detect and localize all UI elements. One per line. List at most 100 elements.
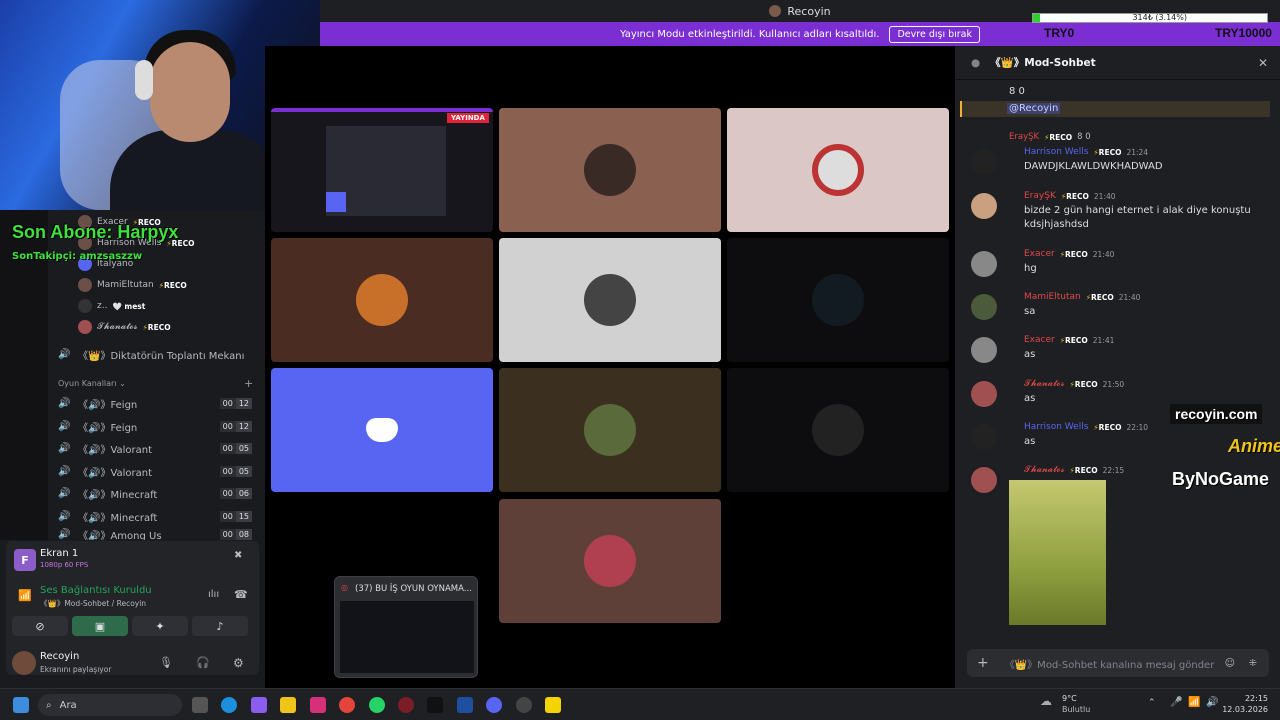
speaker-icon: 🔊 bbox=[58, 420, 71, 432]
voice-channel[interactable]: 🔊 《🔊》Minecraft 00 06 bbox=[58, 483, 258, 503]
obs-icon[interactable] bbox=[398, 697, 414, 713]
voice-channel[interactable]: 🔊 《🔊》Valorant 00 05 bbox=[58, 461, 258, 481]
avatar[interactable] bbox=[971, 193, 997, 219]
avatar[interactable] bbox=[971, 337, 997, 363]
voice-channel[interactable]: 🔊 《🔊》Minecraft 00 15 bbox=[58, 506, 258, 526]
donation-progress-text: 314₺ (3.14%) bbox=[1132, 13, 1187, 22]
screen-title: Ekran 1 bbox=[40, 548, 79, 559]
avatar bbox=[584, 144, 636, 196]
voice-channel[interactable]: 🔊 《🔊》Among Us 00 08 bbox=[58, 528, 258, 540]
chat-header: ● 《👑》Mod-Sohbet ✕ bbox=[955, 46, 1280, 80]
image-attachment[interactable] bbox=[1009, 480, 1106, 625]
message-text: kdsjhjashdsd bbox=[1024, 219, 1089, 230]
disable-streamer-mode-button[interactable]: Devre dışı bırak bbox=[889, 25, 981, 43]
windows-start-icon[interactable] bbox=[13, 697, 29, 713]
activities-button[interactable]: ✦ bbox=[132, 616, 188, 636]
taskbar-search[interactable]: ⌕ Ara bbox=[38, 694, 182, 716]
voice-user[interactable]: MamiEltutan ⚡RECO bbox=[78, 278, 187, 292]
close-stream-icon[interactable]: ✖ bbox=[234, 550, 242, 561]
settings-gear-icon[interactable]: ⚙ bbox=[233, 656, 244, 670]
brand-anime: Anime bbox=[1228, 436, 1280, 456]
stream-preview-popup[interactable]: ◎ (37) BU İŞ OYUN OYNAMA... bbox=[334, 576, 478, 678]
voice-channel[interactable]: 🔊 《🔊》Feign 00 12 bbox=[58, 393, 258, 413]
voice-user[interactable]: 𝓣𝓱𝓪𝓷𝓪𝓽𝓸𝓼 ⚡RECO bbox=[78, 320, 171, 334]
brand-recoyin: recoyin.com bbox=[1170, 404, 1263, 424]
clock-time[interactable]: 22:15 bbox=[1228, 694, 1268, 703]
weather-temp[interactable]: 9°C bbox=[1062, 694, 1077, 703]
participant-tile[interactable] bbox=[271, 368, 493, 492]
message-text: sa bbox=[1024, 306, 1036, 317]
volume-icon[interactable]: 🔊 bbox=[1206, 697, 1218, 708]
participant-tile[interactable] bbox=[727, 108, 949, 232]
voice-channel-meeting[interactable]: 🔊 《👑》Diktatörün Toplantı Mekanı bbox=[58, 344, 258, 364]
message-author: Exacer bbox=[1024, 335, 1055, 345]
copilot-icon[interactable] bbox=[251, 697, 267, 713]
participant-tile[interactable] bbox=[499, 238, 721, 362]
emoji-icon[interactable]: ☺ bbox=[1225, 658, 1235, 669]
tray-chevron-icon[interactable]: ⌃ bbox=[1148, 698, 1156, 708]
streamer-mode-banner: Yayıncı Modu etkinleştirildi. Kullanıcı … bbox=[320, 22, 1280, 46]
discord-icon[interactable] bbox=[486, 697, 502, 713]
steam-icon[interactable] bbox=[457, 697, 473, 713]
reply-reference[interactable]: ErayŞK ⚡RECO 8 0 bbox=[1009, 132, 1091, 142]
wifi-icon[interactable]: 📶 bbox=[1188, 697, 1200, 708]
recoyin-app-icon[interactable] bbox=[427, 697, 443, 713]
apps-icon[interactable]: ⁜ bbox=[1249, 658, 1257, 669]
connection-channel: 《👑》Mod-Sohbet / Recoyin bbox=[40, 599, 147, 608]
avatar[interactable] bbox=[971, 294, 997, 320]
chat-panel: ● 《👑》Mod-Sohbet ✕ 8 0 @Recoyin ErayŞK ⚡RE… bbox=[955, 46, 1280, 688]
category-header[interactable]: Oyun Kanalları ⌄ bbox=[58, 379, 126, 388]
avatar[interactable] bbox=[971, 251, 997, 277]
voice-channel[interactable]: 🔊 《🔊》Feign 00 12 bbox=[58, 416, 258, 436]
user-name[interactable]: Recoyin bbox=[40, 651, 79, 662]
app-icon[interactable] bbox=[516, 697, 532, 713]
whatsapp-icon[interactable] bbox=[369, 697, 385, 713]
disconnect-icon[interactable]: ☎ bbox=[234, 588, 248, 601]
screen-share-button[interactable]: ▣ bbox=[72, 616, 128, 636]
message-text: as bbox=[1024, 436, 1036, 447]
avatar[interactable] bbox=[971, 424, 997, 450]
search-icon: ⌕ bbox=[46, 699, 52, 711]
instagram-icon[interactable] bbox=[310, 697, 326, 713]
screen-share-tile[interactable] bbox=[271, 108, 493, 232]
avatar[interactable] bbox=[971, 467, 997, 493]
edge-icon[interactable] bbox=[221, 697, 237, 713]
close-icon[interactable]: ✕ bbox=[1258, 56, 1268, 70]
avatar[interactable] bbox=[12, 651, 36, 675]
clock-date[interactable]: 12.03.2026 bbox=[1222, 705, 1268, 714]
microphone-icon[interactable]: 🎙 bbox=[159, 656, 173, 669]
participant-tile[interactable] bbox=[499, 499, 721, 623]
add-channel-icon[interactable]: + bbox=[244, 377, 253, 390]
popup-title: (37) BU İŞ OYUN OYNAMA... bbox=[355, 584, 472, 594]
task-view-icon[interactable] bbox=[192, 697, 208, 713]
taskbar: ⌕ Ara ☁ 9°C Bulutlu ⌃ 🎤 📶 🔊 22:15 12.03.… bbox=[0, 688, 1280, 720]
connection-status[interactable]: Ses Bağlantısı Kuruldu bbox=[40, 585, 152, 596]
participant-tile[interactable] bbox=[271, 238, 493, 362]
participant-tile[interactable] bbox=[499, 368, 721, 492]
voice-user[interactable]: z.. 🤍 mest bbox=[78, 299, 145, 313]
chrome-icon[interactable] bbox=[339, 697, 355, 713]
avatar bbox=[812, 404, 864, 456]
participant-tile[interactable] bbox=[727, 238, 949, 362]
speaker-icon: 🔊 bbox=[58, 487, 71, 499]
avatar[interactable] bbox=[971, 149, 997, 175]
message-input[interactable]: + 《👑》Mod-Sohbet kanalına mesaj gönder ☺ … bbox=[967, 649, 1269, 677]
voice-channel[interactable]: 🔊 《🔊》Valorant 00 05 bbox=[58, 438, 258, 458]
message-author: 𝓣𝓱𝓪𝓷𝓪𝓽𝓸𝓼 bbox=[1024, 465, 1065, 475]
mention[interactable]: @Recoyin bbox=[1007, 103, 1061, 114]
camera-off-button[interactable]: ⊘ bbox=[12, 616, 68, 636]
headphones-icon[interactable]: 🎧 bbox=[196, 656, 210, 669]
discord-logo-icon bbox=[366, 418, 398, 442]
avatar[interactable] bbox=[971, 381, 997, 407]
soundboard-button[interactable]: ♪ bbox=[192, 616, 248, 636]
participant-tile[interactable] bbox=[727, 368, 949, 492]
message-author: MamiEltutan bbox=[1024, 292, 1081, 302]
weather-icon: ☁ bbox=[1040, 694, 1052, 708]
add-attachment-icon[interactable]: + bbox=[977, 655, 989, 671]
participant-tile[interactable] bbox=[499, 108, 721, 232]
tray-mic-icon[interactable]: 🎤 bbox=[1170, 697, 1182, 708]
sticky-notes-icon[interactable] bbox=[545, 697, 561, 713]
goal-end-label: TRY10000 bbox=[1215, 26, 1272, 40]
folder-icon[interactable] bbox=[280, 697, 296, 713]
noise-suppression-icon[interactable]: ılıı bbox=[208, 589, 219, 600]
